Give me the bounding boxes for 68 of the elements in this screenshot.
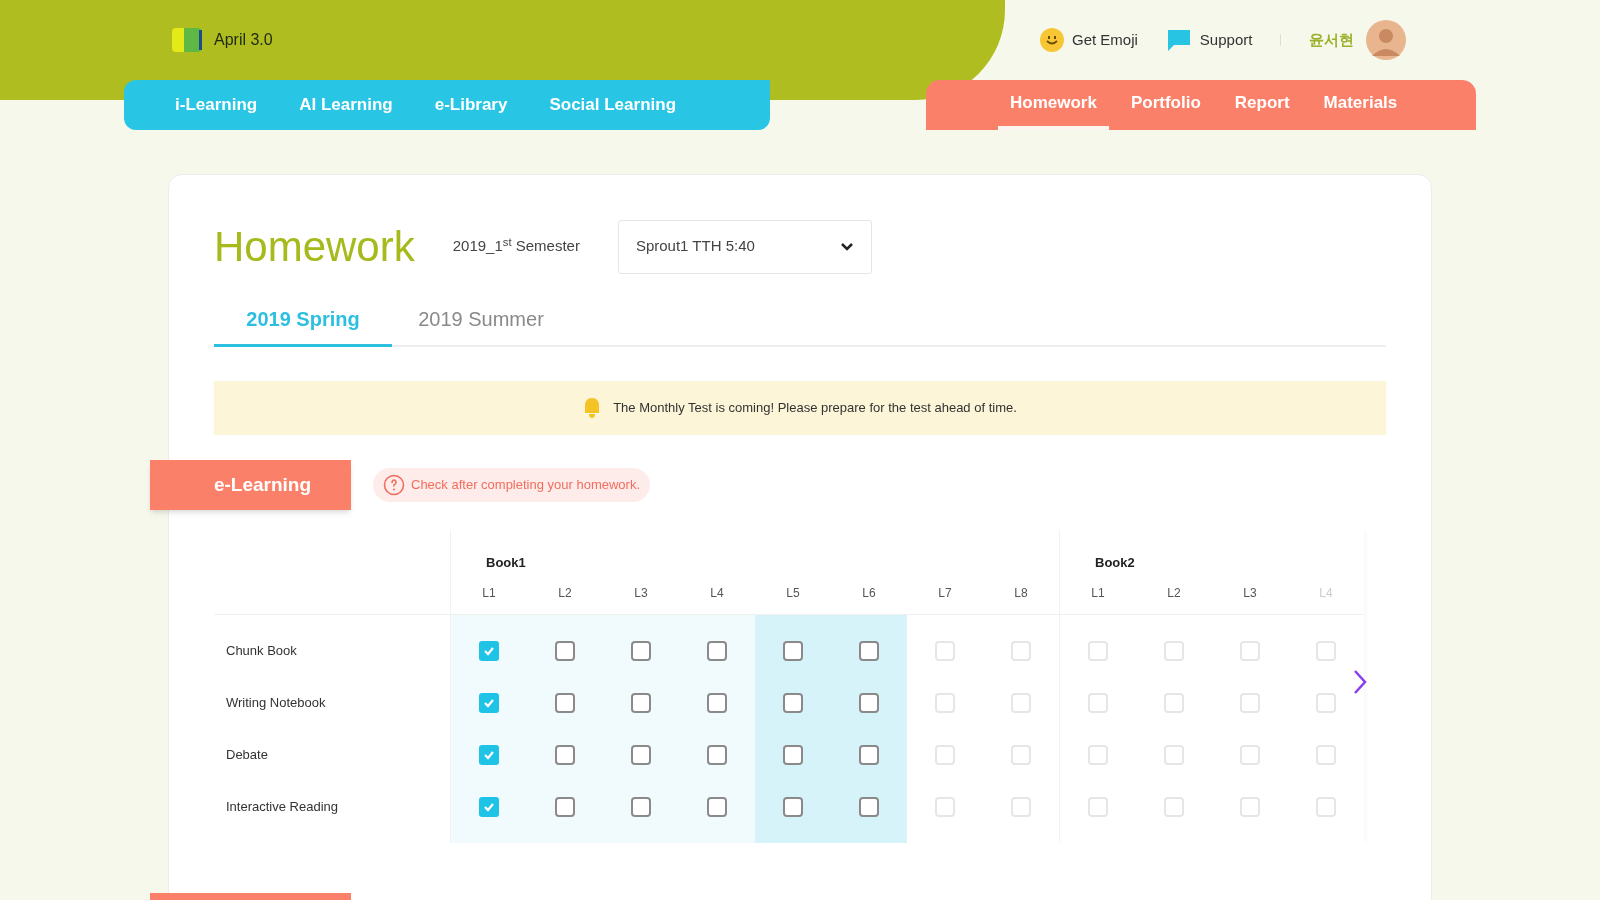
checkbox[interactable] bbox=[631, 641, 651, 661]
lesson-label: L6 bbox=[862, 585, 876, 602]
info-icon bbox=[383, 474, 405, 496]
checkbox[interactable] bbox=[783, 693, 803, 713]
book-title: Book2 bbox=[1095, 555, 1135, 570]
lesson-label: L2 bbox=[558, 585, 572, 602]
checkbox[interactable] bbox=[783, 641, 803, 661]
checkbox[interactable] bbox=[631, 797, 651, 817]
checkbox[interactable] bbox=[479, 641, 499, 661]
lesson-label: L7 bbox=[938, 585, 952, 602]
book-title: Book1 bbox=[486, 555, 526, 570]
header-link[interactable]: Support bbox=[1165, 28, 1253, 52]
checkbox[interactable] bbox=[859, 745, 879, 765]
row-label: Writing Notebook bbox=[226, 694, 326, 713]
checkbox[interactable] bbox=[707, 641, 727, 661]
sub-nav-tab[interactable]: Portfolio bbox=[1118, 80, 1213, 130]
checkbox[interactable] bbox=[859, 797, 879, 817]
logo-text: April 3.0 bbox=[214, 30, 273, 50]
checkbox[interactable] bbox=[859, 641, 879, 661]
page-title: Homework bbox=[214, 222, 415, 272]
lesson-label: L8 bbox=[1014, 585, 1028, 602]
season-tab[interactable]: 2019 Summer bbox=[392, 304, 570, 347]
checkbox[interactable] bbox=[707, 797, 727, 817]
sub-nav-tab[interactable]: Materials bbox=[1311, 80, 1410, 130]
lesson-label: L2 bbox=[1167, 585, 1181, 602]
checkbox[interactable] bbox=[555, 693, 575, 713]
checkbox[interactable] bbox=[479, 693, 499, 713]
bell-icon bbox=[583, 397, 602, 419]
row-label: Interactive Reading bbox=[226, 798, 338, 817]
checkbox[interactable] bbox=[555, 745, 575, 765]
checkbox[interactable] bbox=[707, 693, 727, 713]
checkbox[interactable] bbox=[783, 797, 803, 817]
checkbox[interactable] bbox=[479, 797, 499, 817]
chat-bubble-icon bbox=[1165, 28, 1192, 52]
smiley-icon bbox=[1040, 28, 1064, 52]
header-link[interactable]: Get Emoji bbox=[1040, 28, 1138, 52]
nav-link[interactable]: e-Library bbox=[428, 92, 514, 118]
avatar-icon[interactable] bbox=[1366, 20, 1407, 60]
hint-text: Check after completing your homework. bbox=[411, 476, 641, 495]
lesson-label: L1 bbox=[1091, 585, 1105, 602]
row-label: Debate bbox=[226, 746, 268, 765]
checkbox[interactable] bbox=[479, 745, 499, 765]
checkbox[interactable] bbox=[555, 797, 575, 817]
checkbox[interactable] bbox=[555, 641, 575, 661]
nav-link[interactable]: Social Learning bbox=[543, 92, 683, 118]
checkbox[interactable] bbox=[631, 693, 651, 713]
lesson-label: L1 bbox=[482, 585, 496, 602]
checkbox[interactable] bbox=[707, 745, 727, 765]
row-label: Chunk Book bbox=[226, 642, 297, 661]
lesson-label: L3 bbox=[1243, 585, 1257, 602]
nav-link[interactable]: i-Learning bbox=[169, 92, 264, 118]
chevron-right-icon bbox=[1353, 669, 1367, 695]
lesson-label: L5 bbox=[786, 585, 800, 602]
sub-nav-tab[interactable]: Homework bbox=[998, 80, 1109, 130]
notice-text: The Monthly Test is coming! Please prepare for the test ahead of time. bbox=[613, 399, 1017, 418]
chevron-down-icon bbox=[839, 241, 854, 252]
class-dropdown[interactable]: Sprout1 TTH 5:40 bbox=[617, 219, 872, 274]
lesson-label: L4 bbox=[710, 585, 724, 602]
sub-nav-tab[interactable]: Report bbox=[1222, 80, 1302, 130]
user-name: 윤서현 bbox=[1309, 29, 1355, 50]
checkbox[interactable] bbox=[783, 745, 803, 765]
checkbox[interactable] bbox=[631, 745, 651, 765]
nav-link[interactable]: AI Learning bbox=[293, 92, 399, 118]
season-tab[interactable]: 2019 Spring bbox=[214, 304, 392, 347]
lesson-label: L3 bbox=[634, 585, 648, 602]
semester-label: 2019_1$^{st}$ Semester bbox=[452, 235, 580, 257]
checkbox[interactable] bbox=[859, 693, 879, 713]
section-title: e-Learning bbox=[212, 472, 312, 497]
